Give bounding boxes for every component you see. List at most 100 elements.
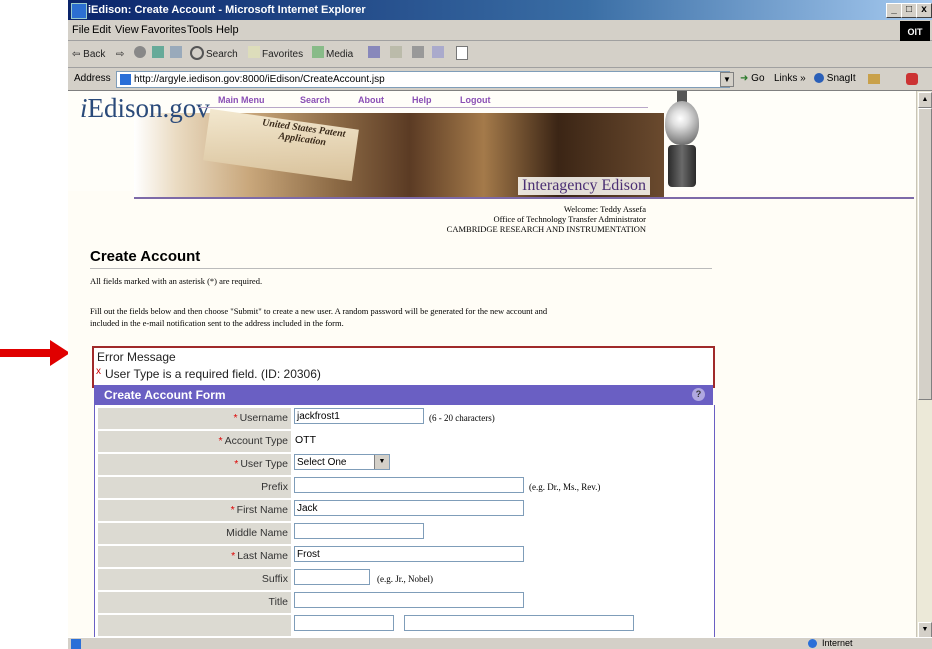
address-input[interactable]: http://argyle.iedison.gov:8000/iEdison/C… <box>116 71 730 88</box>
menu-bar: File Edit View Favorites Tools Help <box>68 20 932 41</box>
first-name-input[interactable]: Jack <box>294 500 524 516</box>
address-bar: Address http://argyle.iedison.gov:8000/i… <box>68 68 932 91</box>
account-type-label-text: Account Type <box>224 435 288 447</box>
prefix-input[interactable] <box>294 477 524 493</box>
menu-tools[interactable]: Tools <box>187 24 213 36</box>
label-cell: * User Type <box>98 454 291 475</box>
discuss-icon[interactable] <box>456 46 468 60</box>
form-row-partial <box>95 614 714 637</box>
last-name-label: * Last Name <box>231 550 288 562</box>
menu-favorites[interactable]: Favorites <box>141 24 186 36</box>
create-account-form: * Username jackfrost1 (6 - 20 characters)… <box>94 405 715 637</box>
user-type-label-text: User Type <box>240 458 288 470</box>
title-input[interactable] <box>294 592 524 608</box>
refresh-icon[interactable] <box>152 46 164 58</box>
username-label-text: Username <box>239 412 288 424</box>
nav-logout[interactable]: Logout <box>460 95 491 105</box>
nav-divider <box>198 107 648 108</box>
required-asterisk: * <box>234 458 239 470</box>
error-title: Error Message <box>97 350 176 364</box>
label-cell: Prefix <box>98 477 291 498</box>
menu-edit[interactable]: Edit <box>92 24 111 36</box>
scroll-up-arrow-icon[interactable]: ▲ <box>918 92 932 108</box>
first-name-label: * First Name <box>231 504 288 516</box>
user-type-select[interactable]: Select One ▼ <box>294 454 390 470</box>
form-row-first-name: * First Name Jack <box>95 499 714 522</box>
snagit-label: SnagIt <box>826 73 856 84</box>
middle-name-label: Middle Name <box>226 527 288 539</box>
go-arrow-icon: ➜ <box>740 73 749 84</box>
favorites-button[interactable]: Favorites <box>262 49 303 60</box>
help-icon[interactable]: ? <box>692 388 705 401</box>
required-asterisk: * <box>231 550 236 562</box>
error-x-icon: x <box>96 366 101 377</box>
nav-search[interactable]: Search <box>300 95 330 105</box>
back-button[interactable]: ⇦ Back <box>72 49 105 60</box>
tagline: Interagency Edison <box>518 177 650 195</box>
form-header: Create Account Form ? <box>94 385 713 405</box>
address-dropdown[interactable]: ▼ <box>720 72 734 87</box>
snagit-button[interactable]: SnagIt <box>814 73 856 84</box>
minimize-button[interactable]: _ <box>886 3 902 18</box>
error-text: User Type is a required field. (ID: 2030… <box>105 367 321 381</box>
links-button[interactable]: Links » <box>774 73 806 84</box>
forward-button[interactable]: ⇨ <box>116 49 124 60</box>
close-button[interactable]: x <box>916 3 932 18</box>
menu-file[interactable]: File <box>72 24 90 36</box>
site-banner: United States Patent Application iEdison… <box>68 91 916 197</box>
history-icon[interactable] <box>368 46 380 58</box>
search-button[interactable]: Search <box>206 49 238 60</box>
media-button[interactable]: Media <box>326 49 353 60</box>
mail-icon[interactable] <box>390 46 402 58</box>
username-hint: (6 - 20 characters) <box>429 413 495 423</box>
title-bar: iEdison: Create Account - Microsoft Inte… <box>68 0 932 20</box>
lightbulb-icon <box>665 101 699 145</box>
logo-prefix: i <box>80 93 88 123</box>
snagit-capture-icon[interactable] <box>868 74 880 84</box>
stop-icon[interactable] <box>134 46 146 58</box>
print-icon[interactable] <box>412 46 424 58</box>
required-asterisk: * <box>230 504 235 516</box>
internet-zone-icon <box>808 639 817 648</box>
user-type-label: * User Type <box>234 458 288 470</box>
chevron-down-icon[interactable]: ▼ <box>374 455 389 469</box>
suffix-input[interactable] <box>294 569 370 585</box>
form-row-username: * Username jackfrost1 (6 - 20 characters) <box>95 407 714 430</box>
last-name-input[interactable]: Frost <box>294 546 524 562</box>
go-button[interactable]: ➜ Go <box>740 73 765 84</box>
scrollbar-thumb[interactable] <box>918 108 932 400</box>
address-url: http://argyle.iedison.gov:8000/iEdison/C… <box>134 74 385 85</box>
first-name-label-text: First Name <box>236 504 288 516</box>
menu-help[interactable]: Help <box>216 24 239 36</box>
error-message-box: Error Message x User Type is a required … <box>92 346 715 388</box>
favorites-icon[interactable] <box>248 46 260 58</box>
nav-about[interactable]: About <box>358 95 384 105</box>
maximize-button[interactable]: □ <box>901 3 917 18</box>
site-logo[interactable]: iEdison.gov <box>80 93 210 124</box>
nav-help[interactable]: Help <box>412 95 432 105</box>
partial-input[interactable] <box>294 615 394 631</box>
links-label: Links <box>774 73 798 84</box>
menu-view[interactable]: View <box>115 24 139 36</box>
partial-input-2[interactable] <box>404 615 634 631</box>
edit-icon[interactable] <box>432 46 444 58</box>
username-label: * Username <box>233 412 288 424</box>
instructions-line-1: Fill out the fields below and then choos… <box>90 306 548 316</box>
nav-main-menu[interactable]: Main Menu <box>218 95 265 105</box>
form-row-last-name: * Last Name Frost <box>95 545 714 568</box>
label-cell: Suffix <box>98 569 291 590</box>
middle-name-input[interactable] <box>294 523 424 539</box>
account-type-label: * Account Type <box>218 435 288 447</box>
scroll-down-arrow-icon[interactable]: ▼ <box>918 622 932 638</box>
required-note: All fields marked with an asterisk (*) a… <box>90 276 263 286</box>
user-type-selected: Select One <box>297 457 347 468</box>
search-icon[interactable] <box>190 46 204 60</box>
prefix-hint: (e.g. Dr., Ms., Rev.) <box>529 482 601 492</box>
home-icon[interactable] <box>170 46 182 58</box>
username-input[interactable]: jackfrost1 <box>294 408 424 424</box>
extension-icon[interactable] <box>906 73 918 85</box>
banner-rule <box>134 197 914 199</box>
form-row-middle-name: Middle Name <box>95 522 714 545</box>
welcome-role: Office of Technology Transfer Administra… <box>493 214 646 224</box>
media-icon[interactable] <box>312 46 324 58</box>
